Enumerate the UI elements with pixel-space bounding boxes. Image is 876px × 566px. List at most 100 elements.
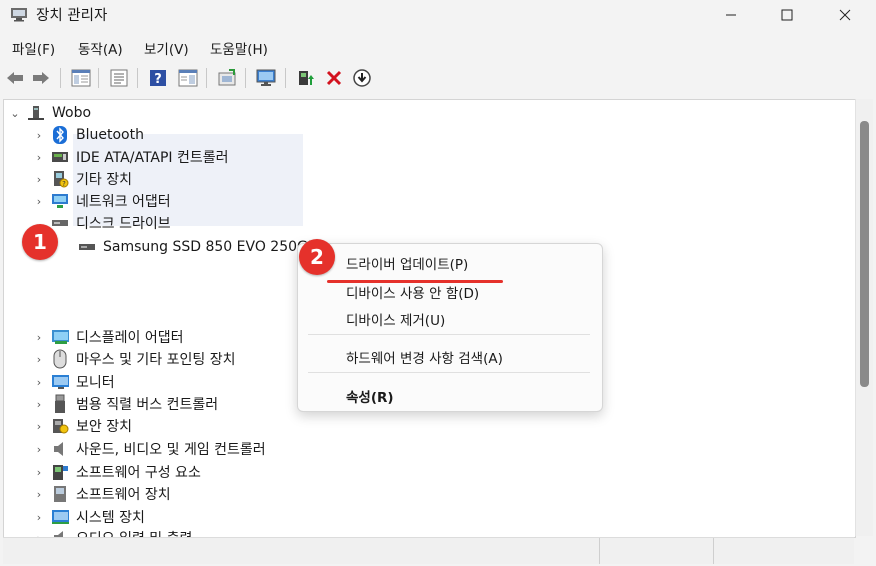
- network-adapter-icon: [51, 192, 69, 210]
- back-arrow-icon[interactable]: [4, 67, 26, 89]
- update-driver-icon[interactable]: [295, 67, 317, 89]
- ide-controller-icon: [51, 148, 69, 166]
- properties-icon[interactable]: [108, 67, 130, 89]
- disable-device-icon[interactable]: [351, 67, 373, 89]
- tree-item-label: Bluetooth: [76, 127, 144, 143]
- menu-help[interactable]: 도움말(H): [210, 38, 268, 58]
- context-menu-separator: [308, 372, 590, 373]
- tree-item-label: 모니터: [76, 375, 115, 391]
- maximize-icon: [781, 9, 793, 21]
- tree-item-software-devices[interactable]: › 소프트웨어 장치: [34, 483, 171, 505]
- tree-item-other-devices[interactable]: › ? 기타 장치: [34, 168, 132, 190]
- tree-item-software-components[interactable]: › 소프트웨어 구성 요소: [34, 461, 201, 483]
- display-adapter-icon: [51, 328, 69, 346]
- tree-item-label: 보안 장치: [76, 419, 132, 435]
- tree-item-label: 네트워크 어댑터: [76, 194, 171, 210]
- software-device-icon: [51, 485, 69, 503]
- chevron-down-icon[interactable]: ⌄: [10, 107, 20, 120]
- menu-disable-device[interactable]: 디바이스 사용 안 함(D): [346, 282, 479, 302]
- security-device-icon: [51, 417, 69, 435]
- tree-item-ide[interactable]: › IDE ATA/ATAPI 컨트롤러: [34, 146, 229, 168]
- uninstall-x-icon[interactable]: [323, 67, 345, 89]
- ssd-icon: [78, 238, 96, 256]
- menu-bar: 파일(F) 동작(A) 보기(V) 도움말(H): [0, 34, 876, 60]
- menu-action[interactable]: 동작(A): [78, 38, 123, 58]
- action-pane-icon[interactable]: [177, 67, 199, 89]
- status-bar: [3, 537, 854, 564]
- tree-item-sound[interactable]: › 사운드, 비디오 및 게임 컨트롤러: [34, 438, 266, 460]
- computer-icon: [27, 104, 45, 122]
- svg-text:?: ?: [154, 72, 162, 87]
- chevron-right-icon[interactable]: ›: [34, 129, 44, 142]
- tree-item-label: 디스플레이 어댑터: [76, 330, 184, 346]
- tree-item-label: 범용 직렬 버스 컨트롤러: [76, 397, 219, 413]
- help-icon[interactable]: ?: [147, 67, 169, 89]
- vertical-scrollbar[interactable]: [855, 99, 873, 536]
- forward-arrow-icon[interactable]: [30, 67, 52, 89]
- tree-item-usb[interactable]: › 범용 직렬 버스 컨트롤러: [34, 393, 218, 415]
- close-icon: [839, 9, 851, 21]
- chevron-right-icon[interactable]: ›: [34, 443, 44, 456]
- menu-update-driver[interactable]: 드라이버 업데이트(P): [346, 253, 468, 273]
- tree-item-display[interactable]: › 디스플레이 어댑터: [34, 326, 184, 348]
- menu-properties[interactable]: 속성(R): [346, 386, 394, 406]
- chevron-right-icon[interactable]: ›: [34, 331, 44, 344]
- vertical-scrollbar-thumb[interactable]: [860, 121, 869, 387]
- minimize-icon: [726, 14, 736, 16]
- chevron-right-icon[interactable]: ›: [34, 511, 44, 524]
- chevron-right-icon[interactable]: ›: [34, 398, 44, 411]
- menu-uninstall-device[interactable]: 디바이스 제거(U): [346, 309, 445, 329]
- context-menu: 드라이버 업데이트(P) 디바이스 사용 안 함(D) 디바이스 제거(U) 하…: [297, 243, 603, 412]
- title-bar: 장치 관리자: [0, 0, 876, 30]
- tree-item-security[interactable]: › 보안 장치: [34, 415, 132, 437]
- step-badge-2: 2: [299, 239, 335, 275]
- chevron-right-icon[interactable]: ›: [34, 420, 44, 433]
- device-manager-app-icon: [10, 6, 28, 22]
- sound-icon: [51, 440, 69, 458]
- tree-item-mouse[interactable]: › 마우스 및 기타 포인팅 장치: [34, 348, 235, 370]
- chevron-right-icon[interactable]: ›: [34, 376, 44, 389]
- menu-file[interactable]: 파일(F): [12, 38, 55, 58]
- chevron-right-icon[interactable]: ›: [34, 353, 44, 366]
- chevron-right-icon[interactable]: ›: [34, 173, 44, 186]
- chevron-right-icon[interactable]: ›: [34, 151, 44, 164]
- tree-item-label: IDE ATA/ATAPI 컨트롤러: [76, 150, 229, 166]
- window-title: 장치 관리자: [36, 8, 108, 24]
- other-devices-icon: ?: [51, 170, 69, 188]
- tree-item-label: 디스크 드라이브: [76, 216, 171, 232]
- tree-item-label: 소프트웨어 구성 요소: [76, 465, 201, 481]
- software-component-icon: [51, 463, 69, 481]
- chevron-right-icon[interactable]: ›: [34, 195, 44, 208]
- chevron-right-icon[interactable]: ›: [34, 488, 44, 501]
- tree-item-bluetooth[interactable]: › Bluetooth: [34, 124, 144, 146]
- tree-item-system-devices[interactable]: › 시스템 장치: [34, 506, 145, 528]
- menu-scan-hardware[interactable]: 하드웨어 변경 사항 검색(A): [346, 347, 503, 367]
- tree-item-samsung-ssd[interactable]: Samsung SSD 850 EVO 250GB: [78, 236, 317, 258]
- minimize-button[interactable]: [702, 0, 760, 30]
- mouse-icon: [51, 349, 69, 369]
- svg-text:?: ?: [62, 180, 66, 188]
- scan-hardware-icon[interactable]: [216, 67, 238, 89]
- toolbar-separator: [245, 68, 246, 88]
- tree-item-monitor[interactable]: › 모니터: [34, 371, 115, 393]
- tree-item-label: 사운드, 비디오 및 게임 컨트롤러: [76, 442, 266, 458]
- toolbar: ?: [0, 62, 876, 92]
- status-separator: [713, 538, 714, 564]
- toolbar-separator: [98, 68, 99, 88]
- disk-drive-icon: [51, 214, 69, 232]
- menu-view[interactable]: 보기(V): [144, 38, 189, 58]
- tree-item-network[interactable]: › 네트워크 어댑터: [34, 190, 171, 212]
- tree-item-label: 소프트웨어 장치: [76, 487, 171, 503]
- chevron-right-icon[interactable]: ›: [34, 466, 44, 479]
- maximize-button[interactable]: [758, 0, 816, 30]
- monitor-icon[interactable]: [255, 67, 277, 89]
- step-badge-1: 1: [22, 224, 58, 260]
- toolbar-separator: [137, 68, 138, 88]
- close-button[interactable]: [816, 0, 874, 30]
- tree-root[interactable]: ⌄ Wobo: [10, 102, 91, 124]
- toolbar-separator: [206, 68, 207, 88]
- tree-root-label: Wobo: [52, 105, 92, 121]
- bluetooth-icon: [51, 126, 69, 144]
- tree-item-label: Samsung SSD 850 EVO 250GB: [103, 239, 318, 255]
- show-hide-console-tree-icon[interactable]: [70, 67, 92, 89]
